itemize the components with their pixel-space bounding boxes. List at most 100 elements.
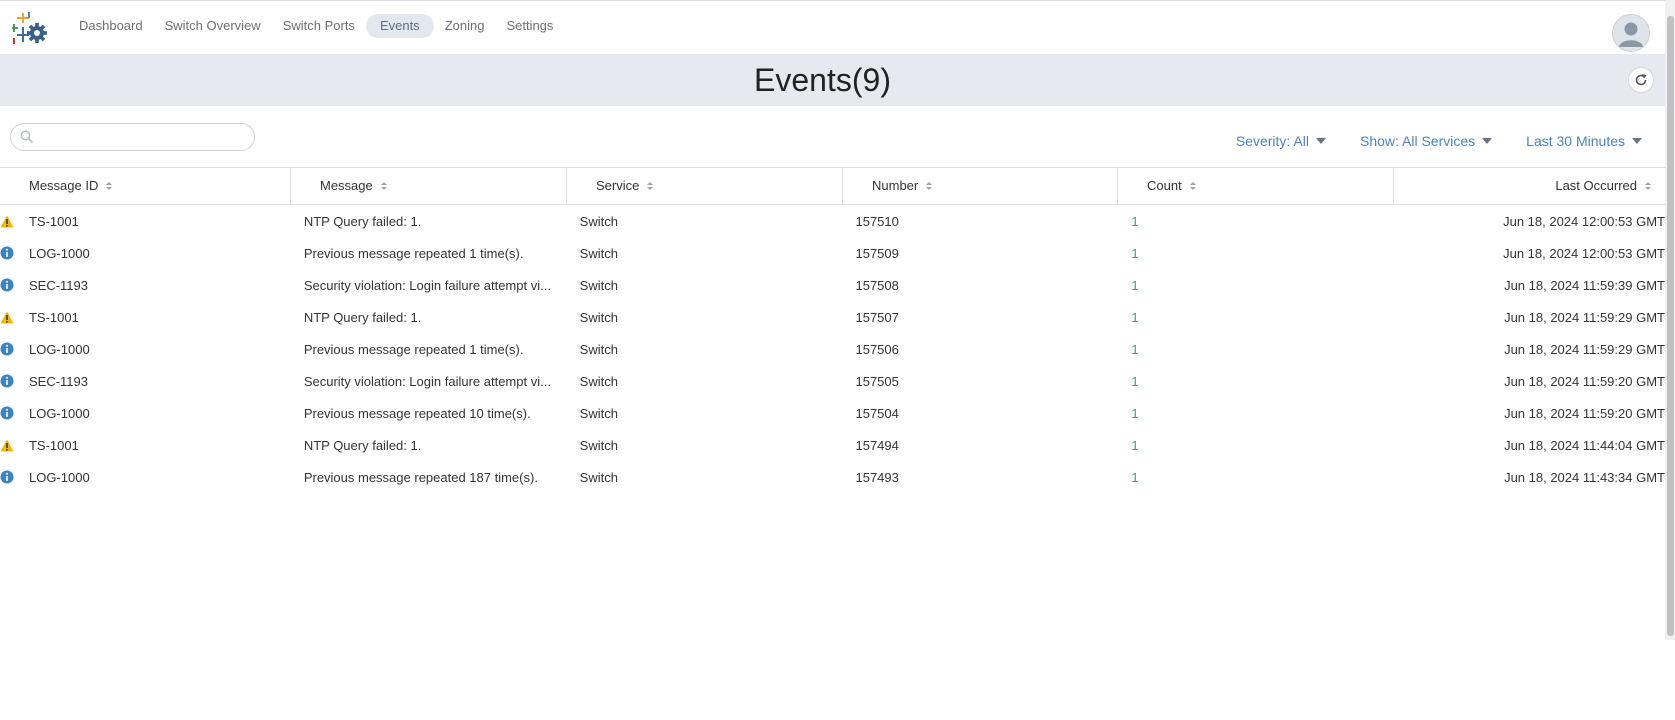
cell-message-id: LOG-1000 xyxy=(28,341,90,357)
nav-dashboard[interactable]: Dashboard xyxy=(68,14,154,38)
cell-last-occurred: Jun 18, 2024 11:59:20 GMT xyxy=(1504,373,1665,389)
cell-last-occurred: Jun 18, 2024 12:00:53 GMT xyxy=(1503,245,1665,261)
time-range-dropdown[interactable]: Last 30 Minutes xyxy=(1526,133,1642,149)
info-icon xyxy=(0,342,29,356)
cell-last-occurred: Jun 18, 2024 11:59:39 GMT xyxy=(1504,277,1665,293)
cell-message: Previous message repeated 187 time(s). xyxy=(303,469,538,485)
chevron-down-icon xyxy=(1632,138,1642,144)
chevron-down-icon xyxy=(1315,138,1326,144)
cell-last-occurred: Jun 18, 2024 12:00:53 GMT xyxy=(1503,213,1665,229)
info-icon xyxy=(0,374,29,388)
cell-last-occurred: Jun 18, 2024 11:44:04 GMT xyxy=(1504,437,1665,453)
nav-switch-overview[interactable]: Switch Overview xyxy=(154,14,272,38)
page-title: Events(9) xyxy=(754,62,891,98)
cell-last-occurred: Jun 18, 2024 11:59:29 GMT xyxy=(1504,341,1665,357)
cell-count: 1 xyxy=(1131,213,1139,229)
cell-message-id: LOG-1000 xyxy=(28,405,90,421)
cell-message: NTP Query failed: 1. xyxy=(303,437,422,453)
search-box[interactable] xyxy=(10,123,255,151)
column-header-message-id[interactable]: Message ID xyxy=(0,168,291,204)
cell-service: Switch xyxy=(579,309,618,325)
user-avatar-icon[interactable] xyxy=(1612,14,1650,52)
cell-count: 1 xyxy=(1131,373,1139,389)
severity-filter-dropdown[interactable]: Severity: All xyxy=(1236,133,1326,149)
table-row[interactable]: SEC-1193 Security violation: Login failur… xyxy=(0,269,1665,301)
warning-icon xyxy=(0,311,29,324)
search-input[interactable] xyxy=(39,128,248,148)
cell-message: Security violation: Login failure attemp… xyxy=(303,277,551,293)
cell-message-id: SEC-1193 xyxy=(28,373,88,389)
cell-number: 157504 xyxy=(855,405,899,421)
table-row[interactable]: LOG-1000 Previous message repeated 10 tim… xyxy=(0,397,1665,429)
cell-message-id: TS-1001 xyxy=(28,309,79,325)
cell-service: Switch xyxy=(579,213,618,229)
cell-number: 157509 xyxy=(855,245,899,261)
chevron-down-icon xyxy=(1482,138,1493,144)
cell-number: 157494 xyxy=(855,437,899,453)
cell-service: Switch xyxy=(579,277,618,293)
cell-count: 1 xyxy=(1131,405,1139,421)
scrollbar-thumb[interactable] xyxy=(1667,16,1674,636)
column-header-number[interactable]: Number xyxy=(843,168,1118,204)
sort-icon xyxy=(1645,182,1651,190)
cell-message-id: TS-1001 xyxy=(28,213,79,229)
cell-count: 1 xyxy=(1131,277,1139,293)
table-body: TS-1001 NTP Query failed: 1. Switch 157510 1… xyxy=(0,205,1665,493)
column-header-last-occurred[interactable]: Last Occurred xyxy=(1394,168,1665,204)
cell-message: Security violation: Login failure attemp… xyxy=(303,373,551,389)
cell-last-occurred: Jun 18, 2024 11:43:34 GMT xyxy=(1504,469,1665,485)
cell-count: 1 xyxy=(1131,341,1139,357)
cell-service: Switch xyxy=(579,469,618,485)
refresh-icon xyxy=(1635,74,1647,86)
cell-message: Previous message repeated 10 time(s). xyxy=(303,405,531,421)
cell-number: 157507 xyxy=(855,309,899,325)
cell-message-id: LOG-1000 xyxy=(28,469,90,485)
cell-message: NTP Query failed: 1. xyxy=(303,213,422,229)
nav-zoning[interactable]: Zoning xyxy=(434,14,496,38)
column-header-count[interactable]: Count xyxy=(1118,168,1394,204)
table-row[interactable]: TS-1001 NTP Query failed: 1. Switch 157507 1… xyxy=(0,301,1665,333)
info-icon xyxy=(0,406,29,420)
page-header: Events(9) xyxy=(0,54,1665,106)
table-row[interactable]: LOG-1000 Previous message repeated 1 time… xyxy=(0,333,1665,365)
nav-switch-ports[interactable]: Switch Ports xyxy=(272,14,366,38)
cell-number: 157505 xyxy=(855,373,899,389)
cell-number: 157510 xyxy=(855,213,899,229)
app-logo-icon[interactable] xyxy=(12,11,48,45)
table-row[interactable]: TS-1001 NTP Query failed: 1. Switch 157494 1… xyxy=(0,429,1665,461)
sort-icon xyxy=(380,182,387,190)
sort-icon xyxy=(647,182,654,190)
cell-count: 1 xyxy=(1131,245,1139,261)
column-header-message[interactable]: Message xyxy=(291,168,567,204)
cell-message: Previous message repeated 1 time(s). xyxy=(303,341,524,357)
cell-count: 1 xyxy=(1131,309,1139,325)
cell-message-id: TS-1001 xyxy=(28,437,79,453)
column-header-service[interactable]: Service xyxy=(567,168,843,204)
cell-service: Switch xyxy=(579,373,618,389)
service-filter-label: Show: All Services xyxy=(1359,133,1476,149)
cell-count: 1 xyxy=(1131,437,1139,453)
service-filter-dropdown[interactable]: Show: All Services xyxy=(1359,133,1493,149)
search-icon xyxy=(20,130,34,147)
table-row[interactable]: LOG-1000 Previous message repeated 187 ti… xyxy=(0,461,1665,493)
table-row[interactable]: SEC-1193 Security violation: Login failur… xyxy=(0,365,1665,397)
warning-icon xyxy=(0,215,29,228)
cell-service: Switch xyxy=(579,245,618,261)
sort-icon xyxy=(1189,182,1196,190)
table-row[interactable]: TS-1001 NTP Query failed: 1. Switch 157510 1… xyxy=(0,205,1665,237)
cell-message-id: LOG-1000 xyxy=(28,245,90,261)
nav-settings[interactable]: Settings xyxy=(495,14,564,38)
nav-events[interactable]: Events xyxy=(365,14,434,38)
sort-icon xyxy=(106,182,113,190)
cell-message-id: SEC-1193 xyxy=(28,277,88,293)
table-header: Message ID Message Service Number Count … xyxy=(0,167,1665,205)
cell-count: 1 xyxy=(1131,469,1139,485)
top-navbar: Dashboard Switch Overview Switch Ports E… xyxy=(0,1,1665,53)
cell-message: NTP Query failed: 1. xyxy=(303,309,422,325)
table-row[interactable]: LOG-1000 Previous message repeated 1 time… xyxy=(0,237,1665,269)
cell-service: Switch xyxy=(579,405,618,421)
filter-bar: Severity: All Show: All Services Last 30… xyxy=(1202,133,1642,149)
events-table: Message ID Message Service Number Count … xyxy=(0,167,1665,493)
cell-service: Switch xyxy=(579,437,618,453)
refresh-button[interactable] xyxy=(1628,67,1654,93)
